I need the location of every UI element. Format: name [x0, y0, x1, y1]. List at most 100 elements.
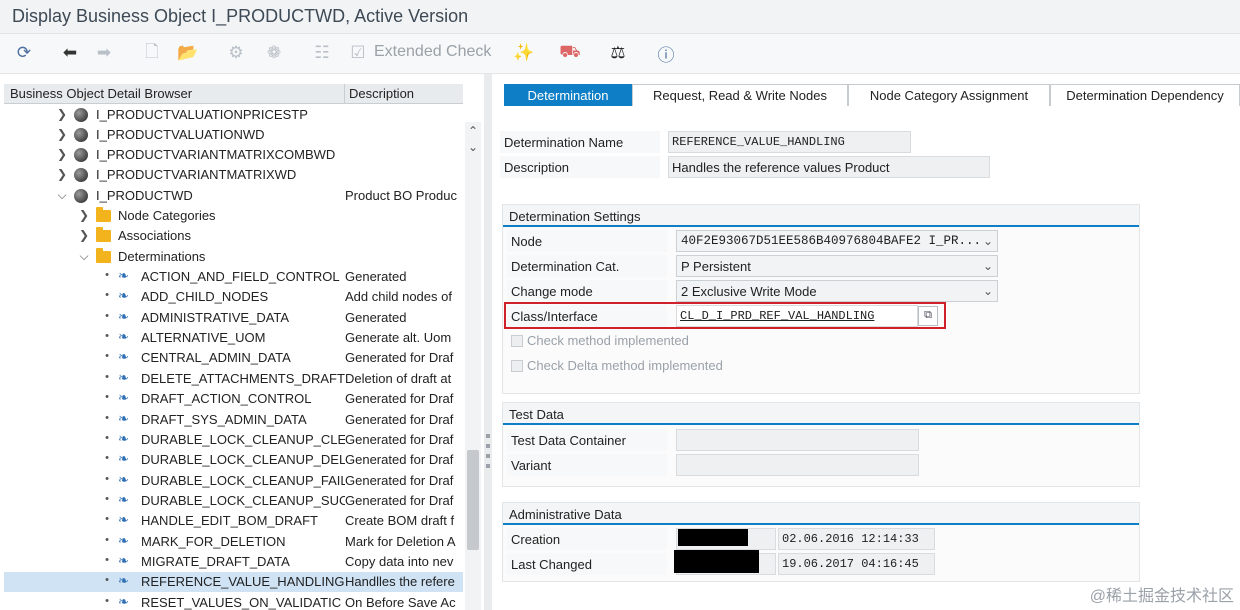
scroll-thumb[interactable]: [467, 450, 479, 550]
tab-node-category-assignment[interactable]: Node Category Assignment: [848, 84, 1050, 106]
panel-splitter[interactable]: [484, 74, 492, 610]
tree-row-desc: Generated: [345, 269, 407, 284]
tree-row[interactable]: ❯ Associations: [4, 226, 463, 246]
chevron-down-icon[interactable]: ⌄: [983, 259, 993, 273]
tree-row-name: CENTRAL_ADMIN_DATA: [141, 350, 291, 365]
tab-determination-dependency[interactable]: Determination Dependency: [1050, 84, 1240, 106]
tree-row[interactable]: • ❧ ACTION_AND_FIELD_CONTROL Generated: [4, 267, 463, 287]
test-icon[interactable]: ⚖: [606, 40, 630, 66]
test-data-container-field[interactable]: [676, 429, 919, 451]
tab-request-read-write-nodes[interactable]: Request, Read & Write Nodes: [632, 84, 848, 106]
tree-row[interactable]: • ❧ DURABLE_LOCK_CLEANUP_SUCC Generated …: [4, 491, 463, 511]
chevron-right-icon[interactable]: ❯: [56, 107, 68, 121]
tree-row[interactable]: ❯ I_PRODUCTVARIANTMATRIXWD: [4, 165, 463, 185]
change-mode-select[interactable]: 2 Exclusive Write Mode ⌄: [676, 280, 998, 302]
open-folder-icon[interactable]: 📂: [176, 40, 200, 66]
tree-row[interactable]: • ❧ DURABLE_LOCK_CLEANUP_FAIL Generated …: [4, 471, 463, 491]
chevron-right-icon[interactable]: ❯: [56, 147, 68, 161]
splitter-grip: [486, 464, 490, 468]
tree-row-name: I_PRODUCTVALUATIONPRICESTP: [96, 107, 308, 122]
node-label: Node: [507, 230, 667, 252]
folder-icon: [96, 207, 111, 222]
determination-icon: ❧: [118, 472, 129, 487]
checkbox-box[interactable]: [511, 360, 523, 372]
determination-name-field[interactable]: REFERENCE_VALUE_HANDLING: [668, 131, 911, 153]
splitter-grip: [486, 444, 490, 448]
tree-scrollbar[interactable]: ⌃ ⌄: [465, 122, 481, 610]
chevron-down-icon[interactable]: ⌵: [78, 249, 90, 264]
scroll-down-icon[interactable]: ⌄: [465, 140, 481, 156]
info-icon[interactable]: ⓘ: [654, 40, 678, 66]
determination-name-label: Determination Name: [500, 131, 660, 153]
tab-determination[interactable]: Determination: [504, 84, 632, 106]
tree-row[interactable]: • ❧ MIGRATE_DRAFT_DATA Copy data into ne…: [4, 552, 463, 572]
scroll-up-icon[interactable]: ⌃: [465, 124, 481, 140]
determination-icon: ❧: [118, 329, 129, 344]
transport-icon[interactable]: ⛟: [558, 40, 582, 66]
tree-header: Business Object Detail Browser Descripti…: [4, 84, 463, 104]
tree-row[interactable]: • ❧ DRAFT_ACTION_CONTROL Generated for D…: [4, 389, 463, 409]
tree-row[interactable]: • ❧ DURABLE_LOCK_CLEANUP_CLEA Generated …: [4, 430, 463, 450]
tree-header-name[interactable]: Business Object Detail Browser: [10, 86, 192, 101]
extended-check-button[interactable]: Extended Check: [374, 43, 491, 61]
bullet-icon: •: [105, 350, 109, 362]
tree-row-selected[interactable]: • ❧ REFERENCE_VALUE_HANDLING Handlles th…: [4, 572, 463, 592]
tree-row[interactable]: • ❧ DURABLE_LOCK_CLEANUP_DELE Generated …: [4, 450, 463, 470]
redacted-user: [674, 550, 759, 573]
tree-row[interactable]: ⌵ Determinations: [4, 247, 463, 267]
where-used-icon[interactable]: ☷: [310, 40, 334, 66]
tree-row-desc: Generated for Draf: [345, 350, 454, 365]
chevron-right-icon[interactable]: ❯: [56, 127, 68, 141]
node-select[interactable]: 40F2E93067D51EE586B40976804BAFE2 I_PR...…: [676, 230, 998, 252]
chevron-right-icon[interactable]: ❯: [78, 208, 90, 222]
tree-row[interactable]: • ❧ RESET_VALUES_ON_VALIDATIC On Before …: [4, 593, 463, 610]
chevron-right-icon[interactable]: ❯: [56, 167, 68, 181]
check-method-checkbox[interactable]: Check method implemented: [511, 333, 689, 348]
activate-icon[interactable]: ❁: [262, 40, 286, 66]
business-object-icon: [74, 168, 88, 182]
description-field[interactable]: Handles the reference values Product: [668, 156, 990, 178]
new-document-icon[interactable]: 🗋: [140, 40, 164, 66]
tree-row[interactable]: ❯ I_PRODUCTVALUATIONWD: [4, 125, 463, 145]
determination-icon: ❧: [118, 573, 129, 588]
variant-field[interactable]: [676, 454, 919, 476]
tree-row[interactable]: • ❧ MARK_FOR_DELETION Mark for Deletion …: [4, 532, 463, 552]
tree-row[interactable]: • ❧ DELETE_ATTACHMENTS_DRAFT Deletion of…: [4, 369, 463, 389]
check-icon[interactable]: ⚙: [224, 40, 248, 66]
tree-row[interactable]: • ❧ DRAFT_SYS_ADMIN_DATA Generated for D…: [4, 410, 463, 430]
highlight-box: [504, 302, 946, 329]
forward-arrow-icon[interactable]: ➡: [92, 40, 116, 66]
changed-date-field[interactable]: 19.06.2017 04:16:45: [778, 553, 935, 575]
chevron-right-icon[interactable]: ❯: [78, 228, 90, 242]
window-title: Display Business Object I_PRODUCTWD, Act…: [12, 6, 469, 26]
tree-row[interactable]: ❯ Node Categories: [4, 206, 463, 226]
chevron-down-icon[interactable]: ⌄: [983, 284, 993, 298]
tree-row[interactable]: • ❧ ADMINISTRATIVE_DATA Generated: [4, 308, 463, 328]
back-arrow-icon[interactable]: ⬅: [58, 40, 82, 66]
bullet-icon: •: [105, 534, 109, 546]
tree-row[interactable]: • ❧ CENTRAL_ADMIN_DATA Generated for Dra…: [4, 348, 463, 368]
extended-check-icon[interactable]: ☑: [346, 40, 370, 66]
tree-row[interactable]: • ❧ ADD_CHILD_NODES Add child nodes of: [4, 287, 463, 307]
bullet-icon: •: [105, 330, 109, 342]
tree-row-name: Node Categories: [118, 208, 216, 223]
bullet-icon: •: [105, 391, 109, 403]
display-change-icon[interactable]: ⟳: [12, 40, 36, 66]
bullet-icon: •: [105, 412, 109, 424]
tree-row[interactable]: ❯ I_PRODUCTVARIANTMATRIXCOMBWD: [4, 145, 463, 165]
chevron-down-icon[interactable]: ⌄: [983, 234, 993, 248]
bullet-icon: •: [105, 493, 109, 505]
check-delta-checkbox[interactable]: Check Delta method implemented: [511, 358, 723, 373]
checkbox-box[interactable]: [511, 335, 523, 347]
tree-row[interactable]: • ❧ HANDLE_EDIT_BOM_DRAFT Create BOM dra…: [4, 511, 463, 531]
tree-row[interactable]: ⌵ I_PRODUCTWD Product BO Produc: [4, 186, 463, 206]
tree-header-description[interactable]: Description: [344, 84, 463, 104]
tree-row-name: I_PRODUCTVARIANTMATRIXWD: [96, 167, 297, 182]
tree-row[interactable]: • ❧ ALTERNATIVE_UOM Generate alt. Uom: [4, 328, 463, 348]
tree-row[interactable]: ❯ I_PRODUCTVALUATIONPRICESTP: [4, 105, 463, 125]
tree-row-desc: Generated: [345, 310, 407, 325]
chevron-down-icon[interactable]: ⌵: [56, 188, 68, 203]
creation-date-field[interactable]: 02.06.2016 12:14:33: [778, 528, 935, 550]
wand-icon[interactable]: ✨: [512, 40, 536, 66]
determination-category-select[interactable]: P Persistent ⌄: [676, 255, 998, 277]
